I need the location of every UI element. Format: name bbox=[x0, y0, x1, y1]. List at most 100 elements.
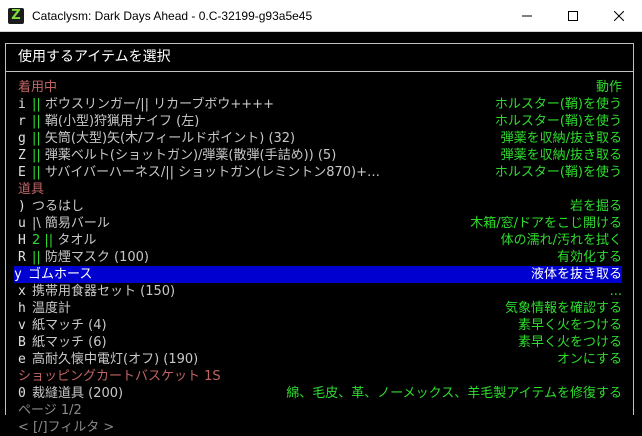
item-hotkey: R bbox=[18, 250, 26, 265]
item-action: ホルスター(鞘)を使う bbox=[494, 97, 622, 112]
item-name: サバイバーハーネス/|| ショットガン(レミントン870)+… bbox=[44, 165, 380, 180]
item-action: ホルスター(鞘)を使う bbox=[494, 114, 622, 129]
menu-divider bbox=[5, 71, 634, 72]
item-row[interactable]: ) つるはし 岩を掘る bbox=[18, 198, 622, 215]
minimize-button[interactable] bbox=[504, 0, 550, 32]
item-row[interactable]: r || 鞘(小型)狩猟用ナイフ (左) ホルスター(鞘)を使う bbox=[18, 113, 622, 130]
item-row[interactable]: 0 裁縫道具 (200) 綿、毛皮、革、ノーメックス、羊毛製アイテムを修復する bbox=[18, 385, 622, 402]
window-titlebar: Z Cataclysm: Dark Days Ahead - 0.C-32199… bbox=[0, 0, 642, 32]
item-name: タオル bbox=[57, 233, 97, 248]
menu-header: 使用するアイテムを選択 bbox=[18, 49, 171, 65]
item-name: 高耐久懐中電灯(オフ) (190) bbox=[32, 352, 199, 367]
item-condition: 2 || bbox=[32, 233, 54, 248]
item-label: v 紙マッチ (4) bbox=[18, 317, 107, 334]
item-row[interactable]: R || 防煙マスク (100) 有効化する bbox=[18, 249, 622, 266]
item-label: E || サバイバーハーネス/|| ショットガン(レミントン870)+… bbox=[18, 164, 380, 181]
item-row[interactable]: v 紙マッチ (4) 素早く火をつける bbox=[18, 317, 622, 334]
item-hotkey: H bbox=[18, 233, 26, 248]
item-row[interactable]: x 携帯用食器セット (150)... bbox=[18, 283, 622, 300]
item-list: 着用中 動作 i || ボウスリンガー/|| リカーブボウ++++ ホルスター(鞘)… bbox=[14, 79, 622, 436]
item-hotkey: y bbox=[14, 267, 22, 282]
item-row[interactable]: y ゴムホース 液体を抜き取る bbox=[14, 266, 622, 283]
item-row[interactable]: H 2 || タオル 体の濡れ/汚れを拭く bbox=[18, 232, 622, 249]
item-name: 紙マッチ (6) bbox=[32, 335, 107, 350]
item-hotkey: v bbox=[18, 318, 26, 333]
item-label: 0 裁縫道具 (200) bbox=[18, 385, 123, 402]
item-condition: || bbox=[32, 114, 41, 129]
item-label: e 高耐久懐中電灯(オフ) (190) bbox=[18, 351, 198, 368]
item-label: H 2 || タオル bbox=[18, 232, 96, 249]
item-name: 簡易バール bbox=[44, 216, 110, 231]
item-condition: || bbox=[32, 148, 41, 163]
page-indicator-row: ページ 1/2 bbox=[18, 402, 622, 419]
item-action: 弾薬を収納/抜き取る bbox=[500, 131, 622, 146]
item-condition: || bbox=[32, 250, 41, 265]
item-row[interactable]: E || サバイバーハーネス/|| ショットガン(レミントン870)+… ホルスター… bbox=[18, 164, 622, 181]
item-action: 素早く火をつける bbox=[517, 318, 622, 333]
category-worn-row: 着用中 動作 bbox=[18, 79, 622, 96]
item-action: 素早く火をつける bbox=[517, 335, 622, 350]
action-column-header: 動作 bbox=[595, 80, 622, 95]
item-hotkey: E bbox=[18, 165, 26, 180]
item-hotkey: x bbox=[18, 284, 26, 299]
item-hotkey: Z bbox=[18, 148, 26, 163]
item-condition: || bbox=[32, 97, 41, 112]
item-label: Z || 弾薬ベルト(ショットガン)/弾薬(散弾(手詰め)) (5) bbox=[18, 147, 336, 164]
item-label: ) つるはし bbox=[18, 198, 84, 215]
item-row[interactable]: B 紙マッチ (6) 素早く火をつける bbox=[18, 334, 622, 351]
item-label: y ゴムホース bbox=[14, 266, 92, 283]
filter-hint[interactable]: < [/]フィルタ > bbox=[18, 419, 114, 436]
item-action: 木箱/窓/ドアをこじ開ける bbox=[470, 216, 622, 231]
close-button[interactable] bbox=[596, 0, 642, 32]
item-label: R || 防煙マスク (100) bbox=[18, 249, 149, 266]
terminal-area: 使用するアイテムを選択 着用中 動作 i || ボウスリンガー/|| リカーブボウ… bbox=[0, 32, 642, 435]
window-title: Cataclysm: Dark Days Ahead - 0.C-32199-g… bbox=[32, 8, 313, 23]
item-name: 防煙マスク (100) bbox=[44, 250, 149, 265]
item-name: ゴムホース bbox=[28, 267, 93, 282]
item-label: h 温度計 bbox=[18, 300, 71, 317]
category-cart-row: ショッピングカートバスケット 1S bbox=[18, 368, 622, 385]
item-hotkey: u bbox=[18, 216, 26, 231]
item-name: 矢筒(大型)矢(木/フィールドポイント) (32) bbox=[44, 131, 296, 146]
page-indicator: ページ 1/2 bbox=[18, 403, 82, 418]
item-label: r || 鞘(小型)狩猟用ナイフ (左) bbox=[18, 113, 199, 130]
category-worn: 着用中 bbox=[18, 80, 58, 95]
item-hotkey: B bbox=[18, 335, 26, 350]
filter-row[interactable]: < [/]フィルタ > bbox=[18, 419, 622, 436]
item-action: ... bbox=[609, 284, 622, 299]
item-hotkey: h bbox=[18, 301, 26, 316]
item-action: 弾薬を収納/抜き取る bbox=[500, 148, 622, 163]
item-row[interactable]: e 高耐久懐中電灯(オフ) (190) オンにする bbox=[18, 351, 622, 368]
close-icon bbox=[614, 10, 624, 21]
item-condition: |\ bbox=[32, 216, 41, 231]
item-hotkey: 0 bbox=[18, 386, 26, 401]
item-hotkey: i bbox=[18, 97, 26, 112]
maximize-icon bbox=[568, 10, 578, 21]
minimize-icon bbox=[522, 15, 532, 16]
item-name: 鞘(小型)狩猟用ナイフ (左) bbox=[44, 114, 200, 129]
item-row[interactable]: u |\ 簡易バール 木箱/窓/ドアをこじ開ける bbox=[18, 215, 622, 232]
item-action: オンにする bbox=[556, 352, 622, 367]
item-hotkey: r bbox=[18, 114, 26, 129]
item-name: 弾薬ベルト(ショットガン)/弾薬(散弾(手詰め)) (5) bbox=[44, 148, 337, 163]
item-label: g || 矢筒(大型)矢(木/フィールドポイント) (32) bbox=[18, 130, 295, 147]
item-row[interactable]: Z || 弾薬ベルト(ショットガン)/弾薬(散弾(手詰め)) (5) 弾薬を収納/抜… bbox=[18, 147, 622, 164]
item-condition: || bbox=[32, 165, 41, 180]
item-action: 綿、毛皮、革、ノーメックス、羊毛製アイテムを修復する bbox=[286, 386, 622, 401]
item-name: 紙マッチ (4) bbox=[32, 318, 107, 333]
category-tools: 道具 bbox=[18, 182, 45, 197]
category-cart: ショッピングカートバスケット 1S bbox=[18, 369, 221, 384]
item-hotkey: ) bbox=[18, 199, 26, 214]
item-name: つるはし bbox=[32, 199, 85, 214]
item-label: B 紙マッチ (6) bbox=[18, 334, 107, 351]
item-action: 気象情報を確認する bbox=[504, 301, 622, 316]
cdda-icon: Z bbox=[8, 7, 24, 24]
maximize-button[interactable] bbox=[550, 0, 596, 32]
item-row[interactable]: i || ボウスリンガー/|| リカーブボウ++++ ホルスター(鞘)を使う bbox=[18, 96, 622, 113]
item-row[interactable]: h 温度計 気象情報を確認する bbox=[18, 300, 622, 317]
item-row[interactable]: g || 矢筒(大型)矢(木/フィールドポイント) (32) 弾薬を収納/抜き取る bbox=[18, 130, 622, 147]
item-hotkey: g bbox=[18, 131, 26, 146]
item-name: 温度計 bbox=[32, 301, 72, 316]
item-condition: || bbox=[32, 131, 41, 146]
item-action: 液体を抜き取る bbox=[530, 267, 622, 282]
